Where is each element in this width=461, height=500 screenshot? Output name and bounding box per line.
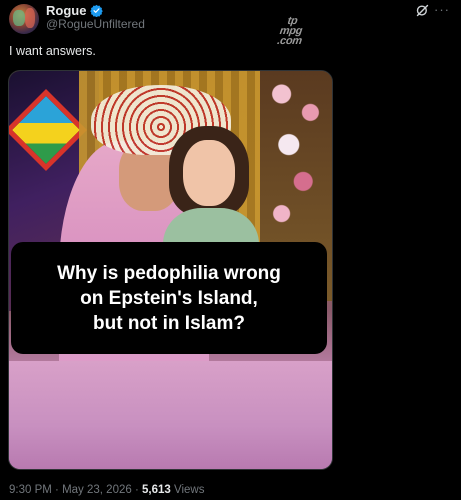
watermark-line: .com [276,35,303,47]
author-avatar[interactable] [9,4,39,34]
meta-separator: · [55,484,59,496]
tweet-time[interactable]: 9:30 PM [9,484,52,496]
media-fabric [9,361,332,469]
tweet-text: I want answers. [9,44,96,58]
author-handle[interactable]: @RogueUnfiltered [46,17,145,31]
tweet-media-video[interactable]: Why is pedophilia wrong on Epstein's Isl… [8,70,333,470]
meta-separator: · [134,484,139,496]
more-options-icon[interactable]: ··· [434,2,450,17]
author-name-row: Rogue [46,3,104,18]
views-label: Views [174,484,205,496]
author-name[interactable]: Rogue [46,3,86,18]
avatar-shape [25,8,35,28]
tweet-meta: 9:30 PM · May 23, 2026 · 5,613 Views [9,484,204,496]
grok-icon[interactable] [415,3,430,18]
views-count[interactable]: 5,613 [142,484,171,496]
media-caption-text: Why is pedophilia wrong on Epstein's Isl… [57,262,281,334]
tweet-date[interactable]: May 23, 2026 [62,484,132,496]
watermark-logo: tp mpg .com [264,15,318,47]
avatar-shape [13,10,25,26]
verified-badge-icon [90,4,104,17]
media-caption-box: Why is pedophilia wrong on Epstein's Isl… [11,242,327,354]
media-girl-face [183,140,235,206]
